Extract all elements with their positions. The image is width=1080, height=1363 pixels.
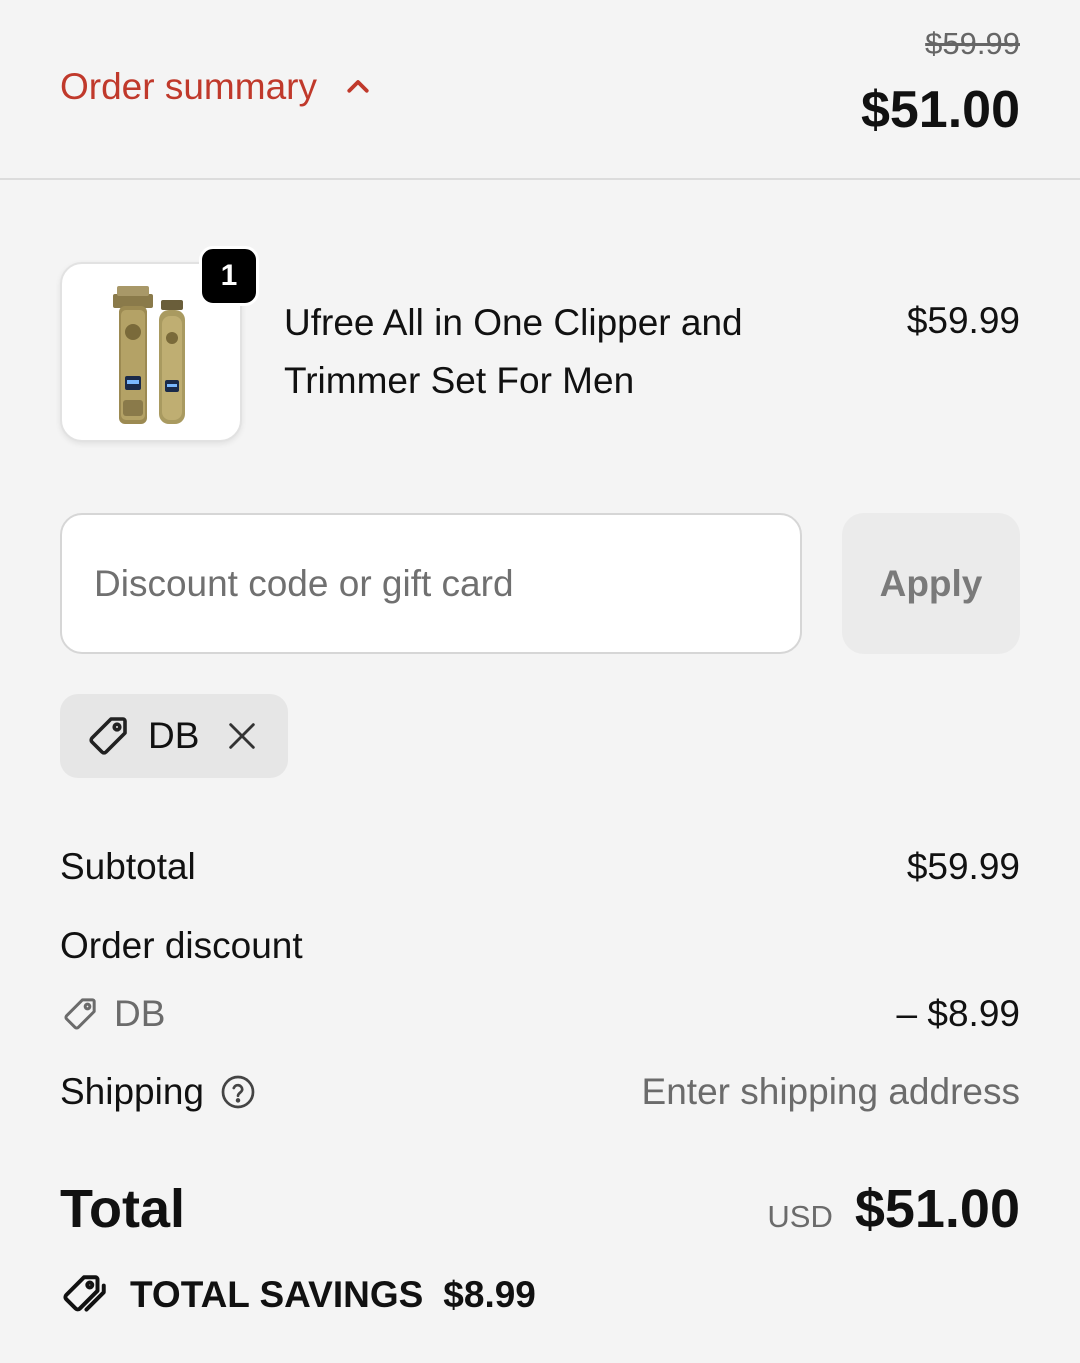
- subtotal-value: $59.99: [906, 846, 1020, 887]
- total-value: $51.00: [854, 1179, 1020, 1239]
- order-summary-toggle[interactable]: Order summary: [60, 66, 373, 108]
- product-price: $59.99: [906, 300, 1020, 341]
- total-row: Total USD $51.00: [60, 1178, 1020, 1240]
- order-summary-toggle-label: Order summary: [60, 66, 317, 107]
- apply-button[interactable]: Apply: [842, 513, 1020, 654]
- header-original-price: $59.99: [925, 26, 1020, 61]
- clipper-product-icon: [113, 286, 185, 424]
- shipping-row: Shipping Enter shipping address: [60, 1071, 1020, 1113]
- discount-code-text: DB: [114, 993, 166, 1034]
- discount-code-label: DB: [60, 993, 165, 1035]
- total-savings-value: $8.99: [443, 1274, 536, 1315]
- tags-icon: [63, 1275, 106, 1312]
- total-amount-group: USD $51.00: [767, 1178, 1020, 1240]
- header-total-price: $51.00: [860, 81, 1020, 139]
- currency-code: USD: [767, 1199, 833, 1234]
- total-savings: TOTAL SAVINGS $8.99: [60, 1270, 536, 1320]
- subtotal-label: Subtotal: [60, 846, 196, 887]
- order-discount-label: Order discount: [60, 925, 303, 966]
- tag-icon: [89, 717, 127, 755]
- total-label: Total: [60, 1179, 185, 1239]
- question-circle-icon[interactable]: [220, 1074, 256, 1110]
- quantity-badge: 1: [199, 246, 259, 306]
- order-summary-header: Order summary $59.99 $51.00: [0, 0, 1080, 180]
- subtotal-row: Subtotal $59.99: [60, 846, 1020, 888]
- applied-discount-chip: DB: [60, 694, 288, 778]
- shipping-value: Enter shipping address: [641, 1071, 1020, 1112]
- discount-code-input[interactable]: [60, 513, 802, 654]
- order-discount-row: Order discount: [60, 925, 1020, 967]
- tag-icon: [64, 998, 96, 1030]
- chevron-up-icon: [347, 80, 369, 93]
- total-savings-label: TOTAL SAVINGS: [130, 1274, 424, 1315]
- discount-detail-row: DB – $8.99: [60, 993, 1020, 1035]
- shipping-label-group: Shipping: [60, 1071, 256, 1113]
- discount-value: – $8.99: [896, 993, 1020, 1034]
- product-name: Ufree All in One Clipper and Trimmer Set…: [284, 302, 743, 401]
- close-icon[interactable]: [225, 719, 259, 753]
- applied-discount-code: DB: [148, 715, 200, 756]
- line-item: 1 Ufree All in One Clipper and Trimmer S…: [60, 246, 1020, 442]
- shipping-label: Shipping: [60, 1071, 205, 1112]
